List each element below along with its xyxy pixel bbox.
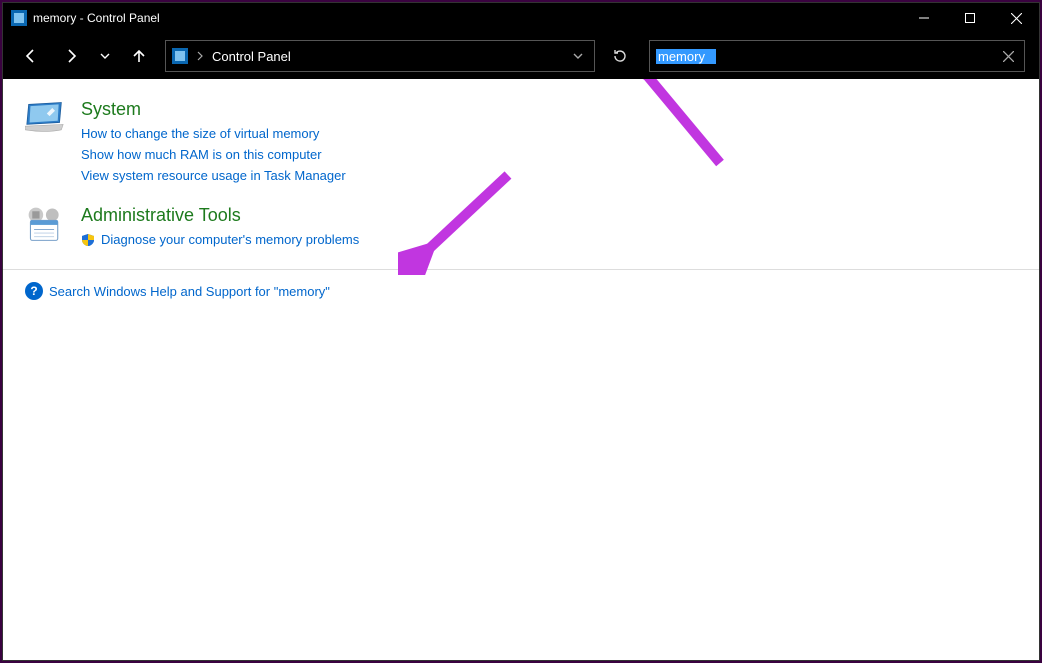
help-icon: ? [25, 282, 43, 300]
control-panel-icon [172, 48, 188, 64]
link-resource-usage[interactable]: View system resource usage in Task Manag… [81, 168, 346, 183]
divider [3, 269, 1039, 270]
link-diagnose-memory[interactable]: Diagnose your computer's memory problems [81, 232, 359, 247]
computer-icon [23, 99, 67, 139]
titlebar: memory - Control Panel [3, 3, 1039, 33]
admin-tools-icon [23, 205, 67, 245]
result-title-system[interactable]: System [81, 99, 346, 120]
result-group-system: System How to change the size of virtual… [23, 99, 1019, 189]
results-pane: System How to change the size of virtual… [3, 79, 1039, 660]
refresh-button[interactable] [607, 42, 633, 70]
breadcrumb-separator-icon [196, 49, 204, 64]
result-group-administrative-tools: Administrative Tools Diagnose your compu… [23, 205, 1019, 253]
uac-shield-icon [81, 233, 95, 247]
address-history-button[interactable] [568, 51, 588, 61]
search-input[interactable]: memory [656, 49, 716, 64]
toolbar: Control Panel memory [3, 33, 1039, 79]
breadcrumb-location[interactable]: Control Panel [212, 49, 560, 64]
close-button[interactable] [993, 3, 1039, 33]
maximize-button[interactable] [947, 3, 993, 33]
minimize-button[interactable] [901, 3, 947, 33]
window-controls [901, 3, 1039, 33]
control-panel-window: memory - Control Panel [2, 2, 1040, 661]
link-show-ram[interactable]: Show how much RAM is on this computer [81, 147, 346, 162]
link-virtual-memory-size[interactable]: How to change the size of virtual memory [81, 126, 346, 141]
up-button[interactable] [125, 42, 153, 70]
window-title: memory - Control Panel [33, 11, 170, 25]
search-box[interactable]: memory [649, 40, 1025, 72]
back-button[interactable] [17, 42, 45, 70]
recent-locations-button[interactable] [97, 42, 113, 70]
address-bar[interactable]: Control Panel [165, 40, 595, 72]
result-title-admin-tools[interactable]: Administrative Tools [81, 205, 359, 226]
forward-button[interactable] [57, 42, 85, 70]
link-search-help[interactable]: ? Search Windows Help and Support for "m… [25, 282, 1019, 300]
clear-search-button[interactable] [998, 51, 1018, 62]
control-panel-icon [11, 10, 27, 26]
